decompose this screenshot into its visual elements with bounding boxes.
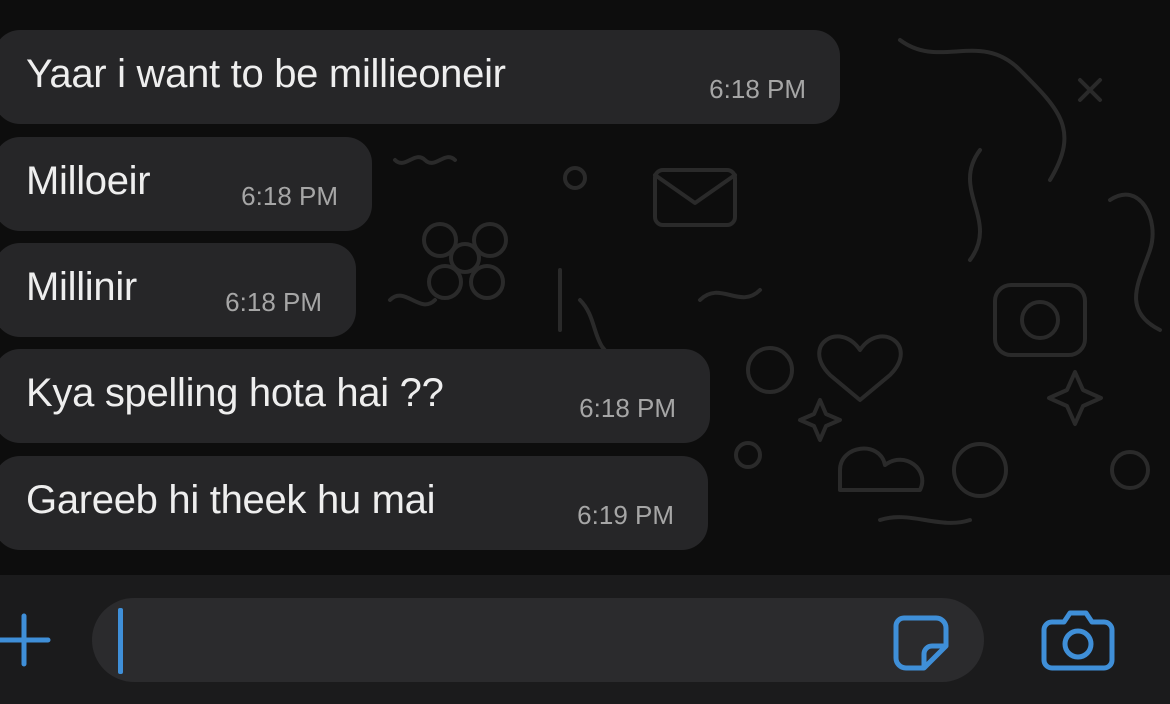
message-text: Kya spelling hota hai ?? — [26, 370, 444, 415]
message-text: Milloeir — [26, 158, 151, 203]
camera-icon[interactable] — [1040, 608, 1116, 672]
message-timestamp: 6:18 PM — [225, 287, 322, 317]
text-caret — [118, 608, 123, 674]
message-input[interactable] — [92, 598, 984, 682]
sticker-icon[interactable] — [890, 612, 950, 672]
chat-screen: Yaar i want to be millieoneir 6:18 PM Mi… — [0, 0, 1170, 704]
message-bubble[interactable]: Milloeir 6:18 PM — [0, 137, 372, 231]
message-timestamp: 6:18 PM — [579, 393, 676, 423]
message-text: Yaar i want to be millieoneir — [26, 51, 506, 96]
message-list: Yaar i want to be millieoneir 6:18 PM Mi… — [0, 0, 1170, 575]
message-timestamp: 6:18 PM — [709, 74, 806, 104]
message-timestamp: 6:18 PM — [241, 181, 338, 211]
plus-icon[interactable] — [0, 612, 52, 668]
message-bubble[interactable]: Kya spelling hota hai ?? 6:18 PM — [0, 349, 710, 443]
message-text: Gareeb hi theek hu mai — [26, 477, 436, 522]
message-text: Millinir — [26, 264, 137, 309]
message-bubble[interactable]: Gareeb hi theek hu mai 6:19 PM — [0, 456, 708, 550]
message-bubble[interactable]: Millinir 6:18 PM — [0, 243, 356, 337]
message-timestamp: 6:19 PM — [577, 500, 674, 530]
message-bubble[interactable]: Yaar i want to be millieoneir 6:18 PM — [0, 30, 840, 124]
